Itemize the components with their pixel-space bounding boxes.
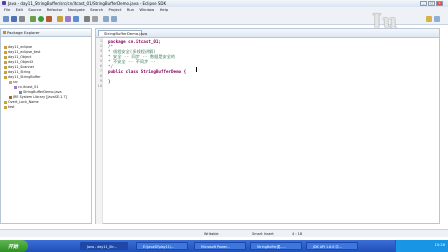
task-jdk-api[interactable]: JDK API 1.6.0 中... [306, 242, 358, 250]
open-type-icon[interactable] [84, 16, 90, 22]
clock[interactable]: 15:26 [435, 243, 445, 247]
close-button[interactable]: × [436, 1, 443, 6]
title-bar: Java - day11_StringBuffer/src/cn/itcast_… [0, 0, 448, 7]
new-java-project-icon[interactable] [57, 16, 63, 22]
mouse-cursor-icon [196, 67, 197, 72]
task-powerpoint[interactable]: Microsoft Power... [194, 242, 246, 250]
task-eclipse[interactable]: Java - day11_Str... [80, 242, 128, 250]
code-line[interactable]: * 不安全 -- 不同步 -- [108, 59, 156, 64]
project-icon [4, 100, 7, 104]
back-icon[interactable] [103, 16, 109, 22]
package-explorer: Package Explorer day11_eclipse day11_ecl… [0, 28, 92, 224]
system-tray: 15:26 [395, 240, 448, 252]
code-line[interactable]: public class StringBufferDemo { [108, 69, 186, 74]
source-folder-icon [9, 80, 12, 84]
maximize-button[interactable]: □ [428, 1, 435, 6]
project-icon [4, 70, 7, 74]
package-explorer-header: Package Explorer [1, 29, 91, 37]
project-icon [4, 50, 7, 54]
minimize-button[interactable]: _ [420, 1, 427, 6]
library-icon [9, 95, 12, 99]
package-icon [14, 85, 17, 89]
new-icon[interactable] [3, 16, 9, 22]
new-class-icon[interactable] [73, 16, 79, 22]
cursor-position-status: 4 : 18 [292, 232, 303, 236]
insert-mode-status: Smart Insert [252, 232, 274, 236]
editor-tab-stringbufferdemo[interactable]: StringBufferDemo.java [98, 30, 147, 36]
java-file-icon [19, 90, 22, 94]
external-tools-icon[interactable] [46, 16, 52, 22]
status-bar: Writable Smart Insert 4 : 18 [0, 229, 448, 237]
project-icon [4, 45, 7, 49]
project-icon [4, 55, 7, 59]
code-line[interactable]: package cn.itcast_01; [108, 39, 161, 44]
task-explorer[interactable]: E:\JavaSE\day11\... [136, 242, 188, 250]
new-package-icon[interactable] [65, 16, 71, 22]
search-icon[interactable] [92, 16, 98, 22]
editor-tab-bar: StringBufferDemo.java [96, 29, 439, 38]
start-label: 开始 [8, 244, 19, 250]
project-icon [4, 105, 7, 109]
code-editor: StringBufferDemo.java 1 2 3 4 5 6 7 8 9 … [95, 28, 440, 224]
code-line[interactable]: } [108, 79, 111, 84]
package-explorer-tab[interactable]: Package Explorer [7, 30, 40, 35]
save-icon[interactable] [11, 16, 17, 22]
package-explorer-icon [3, 31, 6, 34]
project-icon [4, 65, 7, 69]
line-number: 10 [97, 84, 102, 88]
writable-status: Writable [204, 232, 219, 236]
forward-icon[interactable] [111, 16, 117, 22]
window-title: Java - day11_StringBuffer/src/cn/itcast_… [8, 1, 167, 6]
line-number-ruler: 1 2 3 4 5 6 7 8 9 10 [96, 38, 103, 224]
run-icon[interactable] [38, 16, 44, 22]
tree-item-test[interactable]: test [4, 105, 15, 110]
open-perspective-icon[interactable] [434, 16, 440, 22]
eclipse-icon [2, 1, 6, 5]
print-icon[interactable] [19, 16, 25, 22]
taskbar: 开始 Java - day11_Str... E:\JavaSE\day11\.… [0, 240, 448, 252]
start-button[interactable]: 开始 [0, 240, 28, 252]
project-icon [4, 75, 7, 79]
project-icon [4, 60, 7, 64]
task-stringbuffer-doc[interactable]: StringBuffer类--... [250, 242, 302, 250]
debug-icon[interactable] [30, 16, 36, 22]
